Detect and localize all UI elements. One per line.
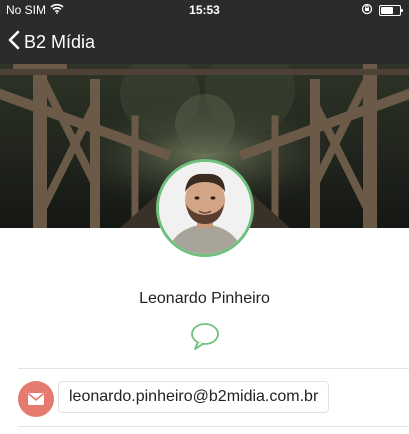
status-right [361,3,403,18]
battery-icon [379,5,403,16]
back-button-label: B2 Mídia [24,31,96,52]
chevron-left-icon [8,30,20,55]
avatar-photo [159,162,251,254]
envelope-icon [18,381,54,417]
divider [18,368,409,369]
orientation-lock-icon [361,3,373,18]
avatar[interactable] [156,159,254,257]
back-button[interactable]: B2 Mídia [8,28,95,56]
email-field[interactable]: leonardo.pinheiro@b2midia.com.br [58,381,330,413]
navigation-bar: B2 Mídia [0,20,409,64]
chat-bubble-icon [191,323,219,350]
profile-name: Leonardo Pinheiro [139,290,270,307]
chat-button[interactable] [189,320,221,352]
status-bar: No SIM 15:53 [0,0,409,20]
divider [18,426,409,427]
status-time: 15:53 [189,3,220,17]
email-row: leonardo.pinheiro@b2midia.com.br [0,371,409,426]
profile-screen: No SIM 15:53 B2 Mídia Leonardo Pinheiro … [0,0,409,434]
